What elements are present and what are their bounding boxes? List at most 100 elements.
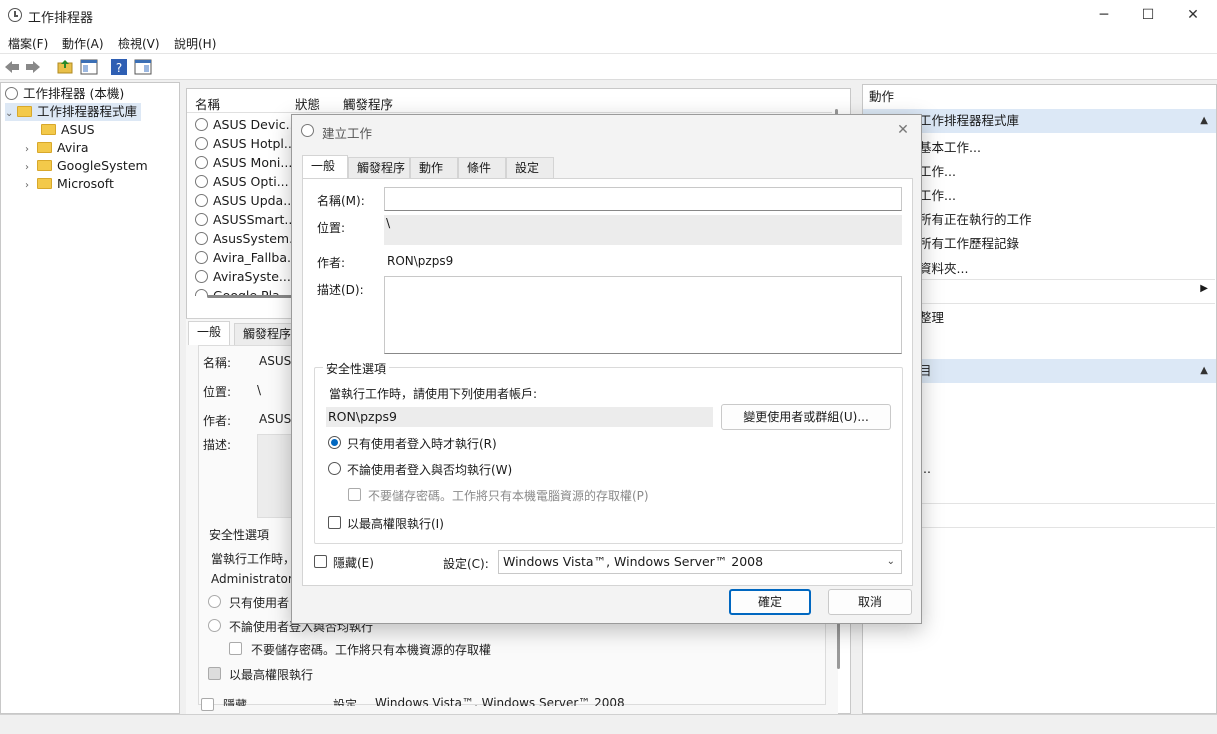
run-as-label: 當執行工作時， <box>211 552 296 566</box>
checkbox-highest-privileges-label: 以最高權限執行(I) <box>347 517 444 531</box>
checkbox-hidden[interactable] <box>314 555 327 568</box>
action-item[interactable]: 基本工作... <box>919 137 981 156</box>
description-label: 描述: <box>203 438 232 452</box>
task-name: AsusSystem... <box>213 231 302 246</box>
chevron-down-icon[interactable]: ⌄ <box>5 105 17 123</box>
action-item[interactable]: 工作... <box>919 185 956 204</box>
chevron-right-icon[interactable]: › <box>25 177 37 195</box>
tab-triggers[interactable]: 觸發程序 <box>348 157 410 179</box>
author-value: RON\pzps9 <box>387 254 454 268</box>
title-bar: 工作排程器 ─ ☐ ✕ <box>0 0 1217 30</box>
tree-item-googlesystem[interactable]: › GoogleSystem <box>25 157 148 175</box>
table-row[interactable]: ASUS Moni... <box>195 153 292 172</box>
minimize-icon[interactable]: ─ <box>1081 0 1127 30</box>
description-input[interactable] <box>384 276 902 354</box>
folder-icon <box>17 106 32 117</box>
table-row[interactable]: AsusSystem... <box>195 229 301 248</box>
change-user-button[interactable]: 變更使用者或群組(U)... <box>721 404 891 430</box>
account-value: RON\pzps9 <box>326 407 713 427</box>
checkbox-label: 不要儲存密碼。工作將只有本機資源的存取權 <box>251 643 492 657</box>
close-icon[interactable]: ✕ <box>1170 0 1216 30</box>
location-value: \ <box>384 215 902 245</box>
clock-icon <box>195 270 208 283</box>
close-icon[interactable]: ✕ <box>891 119 915 141</box>
divider <box>915 303 1215 304</box>
radio-whether-bg[interactable] <box>208 619 221 632</box>
task-list-header: 名稱 狀態 觸發程序 <box>187 89 832 113</box>
tab-conditions[interactable]: 條件 <box>458 157 506 179</box>
checkbox-highest-privileges[interactable] <box>328 516 341 529</box>
tree-item-microsoft[interactable]: › Microsoft <box>25 175 114 193</box>
action-item[interactable]: 所有正在執行的工作 <box>919 209 1032 228</box>
divider <box>915 279 1215 280</box>
clock-icon <box>195 251 208 264</box>
name-input[interactable] <box>384 187 902 211</box>
clock-icon <box>5 87 18 100</box>
back-arrow-icon[interactable] <box>3 58 21 76</box>
ok-button[interactable]: 確定 <box>729 589 811 615</box>
radio-logged-on[interactable] <box>328 436 341 449</box>
column-status[interactable]: 狀態 <box>295 94 320 113</box>
cancel-button[interactable]: 取消 <box>828 589 912 615</box>
tree-root[interactable]: 工作排程器 (本機) <box>5 85 124 103</box>
maximize-icon[interactable]: ☐ <box>1125 0 1171 30</box>
table-row[interactable]: ASUSSmart... <box>195 210 296 229</box>
navigation-tree: 工作排程器 (本機) ⌄ 工作排程器程式庫 ASUS › Avira › Google… <box>0 82 180 714</box>
show-hide-tree-icon[interactable] <box>80 58 98 76</box>
collapse-icon[interactable]: ▲ <box>1200 109 1208 133</box>
tab-settings[interactable]: 設定 <box>506 157 554 179</box>
action-item[interactable]: 工作... <box>919 161 956 180</box>
security-options-group: 安全性選項 當執行工作時，請使用下列使用者帳戶: RON\pzps9 變更使用者… <box>314 360 903 544</box>
task-name: ASUS Devic... <box>213 117 298 132</box>
submenu-arrow-icon[interactable]: ▶ <box>1200 283 1208 294</box>
location-value: \ <box>257 383 262 397</box>
radio-whether-logged-on-label: 不論使用者登入與否均執行(W) <box>347 463 513 477</box>
action-item[interactable]: 所有工作歷程記錄 <box>919 233 1019 252</box>
toolbar: ? <box>0 54 1217 80</box>
table-row[interactable]: AviraSyste... <box>195 267 291 286</box>
tab-general-bg[interactable]: 一般 <box>188 321 231 345</box>
config-select[interactable]: Windows Vista™, Windows Server™ 2008 ⌄ <box>498 550 902 574</box>
actions-header: 動作 <box>863 85 1216 109</box>
table-row[interactable]: Avira_Fallba... <box>195 248 299 267</box>
radio-whether-logged-on[interactable] <box>328 462 341 475</box>
dialog-title: 建立工作 <box>322 126 373 141</box>
collapse-icon[interactable]: ▲ <box>1200 359 1208 383</box>
tree-item-library[interactable]: ⌄ 工作排程器程式庫 <box>5 103 142 123</box>
table-row[interactable]: ASUS Upda... <box>195 191 295 210</box>
checkbox-no-store-password[interactable] <box>348 488 361 501</box>
up-folder-icon[interactable] <box>56 58 74 76</box>
tree-item-avira[interactable]: › Avira <box>25 139 89 157</box>
radio-logged-on-bg[interactable] <box>208 595 221 608</box>
menu-help[interactable]: 說明(H) <box>174 35 216 52</box>
tab-general[interactable]: 一般 <box>302 155 348 179</box>
clock-icon <box>195 175 208 188</box>
action-item[interactable]: 資料夾... <box>919 258 968 277</box>
tab-actions[interactable]: 動作 <box>410 157 458 179</box>
clock-icon <box>8 8 22 22</box>
checkbox-hidden-bg[interactable] <box>201 698 214 711</box>
action-item[interactable]: 整理 <box>919 307 944 326</box>
forward-arrow-icon[interactable] <box>24 58 42 76</box>
name-label: 名稱(M): <box>317 194 365 208</box>
author-label: 作者: <box>317 256 346 270</box>
table-row[interactable]: ASUS Devic... <box>195 115 298 134</box>
tree-item-label: Microsoft <box>57 176 114 191</box>
menu-file[interactable]: 檔案(F) <box>8 35 48 52</box>
security-title: 安全性選項 <box>209 528 270 542</box>
menu-action[interactable]: 動作(A) <box>62 35 104 52</box>
folder-icon <box>37 142 52 153</box>
column-name[interactable]: 名稱 <box>195 94 220 113</box>
show-action-pane-icon[interactable] <box>134 58 152 76</box>
help-icon[interactable]: ? <box>110 58 128 76</box>
menu-view[interactable]: 檢視(V) <box>118 35 160 52</box>
checkbox-highest-bg[interactable] <box>208 667 221 680</box>
table-row[interactable]: ASUS Opti... <box>195 172 289 191</box>
folder-icon <box>41 124 56 135</box>
menu-bar: 檔案(F) 動作(A) 檢視(V) 說明(H) <box>0 30 1217 54</box>
checkbox-label: 以最高權限執行 <box>229 668 314 682</box>
table-row[interactable]: ASUS Hotpl... <box>195 134 296 153</box>
column-triggers[interactable]: 觸發程序 <box>343 94 393 113</box>
tree-item-asus[interactable]: ASUS <box>41 121 95 139</box>
checkbox-no-password-bg[interactable] <box>229 642 242 655</box>
